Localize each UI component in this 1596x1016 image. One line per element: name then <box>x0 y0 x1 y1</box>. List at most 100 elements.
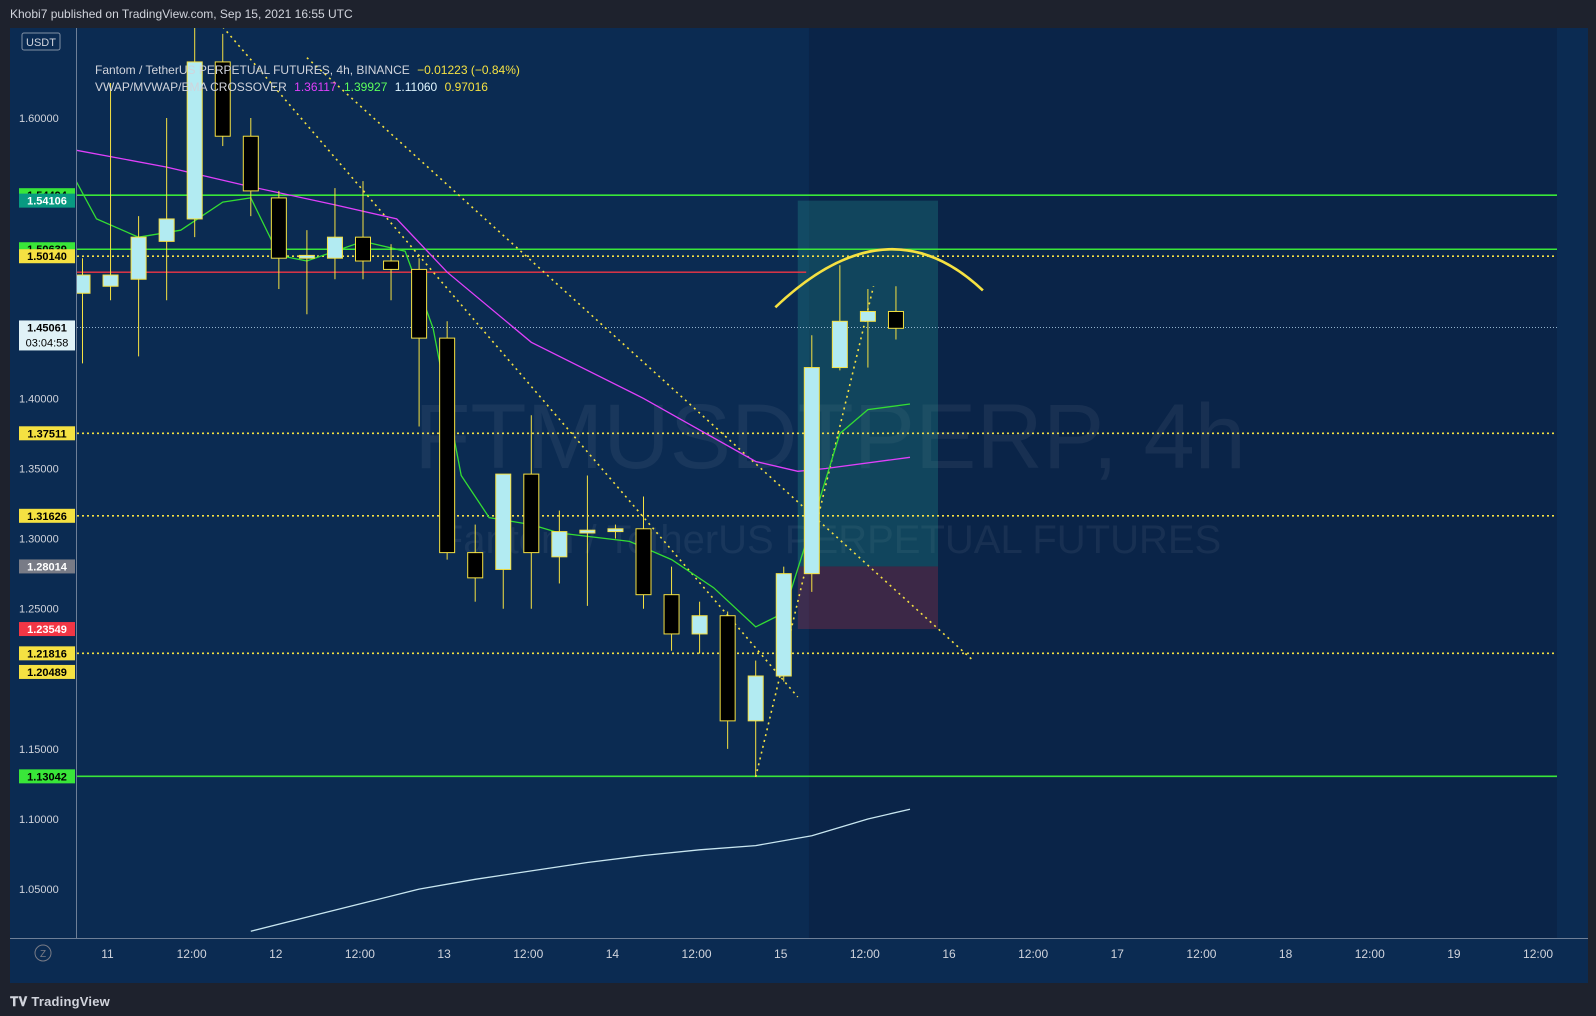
candle-body-down <box>635 528 652 596</box>
candle <box>803 335 820 592</box>
candle-body-up <box>495 473 512 570</box>
indicator-value-ema: 1.39927 <box>344 80 388 94</box>
zoom-reset-label: Z <box>40 949 46 960</box>
candle-body-down <box>467 552 484 579</box>
tradingview-logo-icon: 𝐓𝐕 <box>10 994 28 1009</box>
price-label-text: 1.45061 <box>27 322 67 334</box>
price-label-text: 1.28014 <box>27 561 68 573</box>
price-label-text: 1.13042 <box>27 771 67 783</box>
price-label-badge: 1.21816 <box>19 646 75 661</box>
price-label-text: 1.31626 <box>27 511 67 523</box>
price-change: −0.01223 (−0.84%) <box>417 63 520 77</box>
time-tick-label: 12:00 <box>1523 947 1553 961</box>
price-tick-label: 1.60000 <box>19 113 59 125</box>
candle-body-down <box>355 236 371 262</box>
position-stop-zone <box>797 566 939 630</box>
price-label-badge: 1.31626 <box>19 508 75 523</box>
price-label-badge: 1.20489 <box>19 664 75 679</box>
candle-body-up <box>747 675 764 722</box>
price-label-badge: 1.23549 <box>19 622 75 637</box>
candle <box>439 321 456 560</box>
candle-body-up <box>102 274 119 287</box>
time-tick-label: 12:00 <box>177 947 207 961</box>
countdown-label: 03:04:58 <box>26 337 69 349</box>
candle-body-up <box>607 528 624 533</box>
price-label-text: 1.23549 <box>27 624 67 636</box>
price-label-badge: 1.13042 <box>19 769 75 784</box>
candle <box>775 566 792 682</box>
footer-bar: 𝐓𝐕 TradingView <box>0 987 1596 1016</box>
time-tick-label: 12:00 <box>345 947 375 961</box>
price-tick-label: 1.10000 <box>19 814 59 826</box>
price-tick-label: 1.15000 <box>19 744 59 756</box>
candle-body-up <box>326 236 343 259</box>
time-tick-label: 12:00 <box>1018 947 1048 961</box>
price-label-text: 1.50140 <box>27 251 67 263</box>
indicator-name: VWAP/MVWAP/EMA CROSSOVER <box>95 80 287 94</box>
symbol-row[interactable]: Fantom / TetherUS PERPETUAL FUTURES, 4h,… <box>95 62 520 79</box>
candle-body-up <box>831 320 848 369</box>
price-tick-label: 1.30000 <box>19 534 59 546</box>
price-label-text: 1.54106 <box>27 196 67 208</box>
candle-body-up <box>551 531 568 558</box>
price-label-text: 1.37511 <box>27 428 66 440</box>
candle-body-up <box>775 573 792 677</box>
time-tick-label: 12:00 <box>682 947 712 961</box>
chart-area[interactable]: FTMUSDTPERP, 4h Fantom / TetherUS PERPETU… <box>10 28 1588 983</box>
tradingview-logo[interactable]: 𝐓𝐕 TradingView <box>10 987 110 1016</box>
candle-body-up <box>691 615 708 635</box>
symbol-title: Fantom / TetherUS PERPETUAL FUTURES, 4h,… <box>95 63 410 77</box>
published-header: Khobi7 published on TradingView.com, Sep… <box>0 0 1596 28</box>
tradingview-brand: TradingView <box>31 994 110 1009</box>
price-tick-label: 1.40000 <box>19 393 59 405</box>
time-tick-label: 17 <box>1111 947 1125 961</box>
candle-body-up <box>130 236 147 280</box>
price-label-badge: 1.37511 <box>19 426 75 441</box>
candle-body-down <box>439 337 456 554</box>
time-tick-label: 12:00 <box>1186 947 1216 961</box>
price-tick-label: 1.25000 <box>19 604 59 616</box>
candle-body-up <box>803 367 820 575</box>
indicator-value-mvwap: 1.11060 <box>394 80 438 94</box>
candle-body-down <box>887 310 904 329</box>
candle-body-down <box>523 473 540 554</box>
time-tick-label: 18 <box>1279 947 1293 961</box>
price-chart[interactable]: FTMUSDTPERP, 4hFantom / TetherUS PERPETU… <box>10 28 1588 983</box>
candle-body-down <box>242 135 259 192</box>
candle-body-down <box>383 260 400 270</box>
candle-body-up <box>579 529 596 534</box>
price-label-badge: 1.50140 <box>19 249 75 264</box>
candle-body-down <box>411 268 428 339</box>
time-tick-label: 12:00 <box>1355 947 1385 961</box>
time-tick-label: 12:00 <box>513 947 543 961</box>
price-label-text: 1.21816 <box>27 648 67 660</box>
published-text: Khobi7 published on TradingView.com, Sep… <box>10 7 353 21</box>
time-axis <box>10 938 1588 983</box>
time-tick-label: 19 <box>1447 947 1461 961</box>
price-tick-label: 1.35000 <box>19 464 59 476</box>
candle-body-up <box>298 254 315 259</box>
indicator-value-vwap: 1.36117 <box>294 80 337 94</box>
currency-badge-label: USDT <box>26 37 56 49</box>
price-label-badge: 1.28014 <box>19 559 75 574</box>
chart-legend: Fantom / TetherUS PERPETUAL FUTURES, 4h,… <box>95 62 520 96</box>
indicator-row[interactable]: VWAP/MVWAP/EMA CROSSOVER 1.36117 1.39927… <box>95 79 520 96</box>
time-tick-label: 16 <box>942 947 956 961</box>
time-tick-label: 15 <box>774 947 788 961</box>
time-tick-label: 12 <box>269 947 283 961</box>
candle-body-up <box>158 218 175 242</box>
time-tick-label: 12:00 <box>850 947 880 961</box>
candle-body-up <box>859 310 876 322</box>
price-label-text: 1.20489 <box>27 667 67 679</box>
time-tick-label: 14 <box>606 947 620 961</box>
price-tick-label: 1.05000 <box>19 884 59 896</box>
candle-body-down <box>270 197 287 259</box>
candle-body-up <box>74 274 91 294</box>
indicator-value-4: 0.97016 <box>444 80 488 94</box>
price-axis <box>10 28 77 938</box>
price-label-badge: 1.54106 <box>19 193 75 208</box>
time-tick-label: 11 <box>101 947 114 961</box>
time-tick-label: 13 <box>437 947 451 961</box>
candle-body-down <box>663 594 680 635</box>
candle-body-down <box>719 615 736 722</box>
